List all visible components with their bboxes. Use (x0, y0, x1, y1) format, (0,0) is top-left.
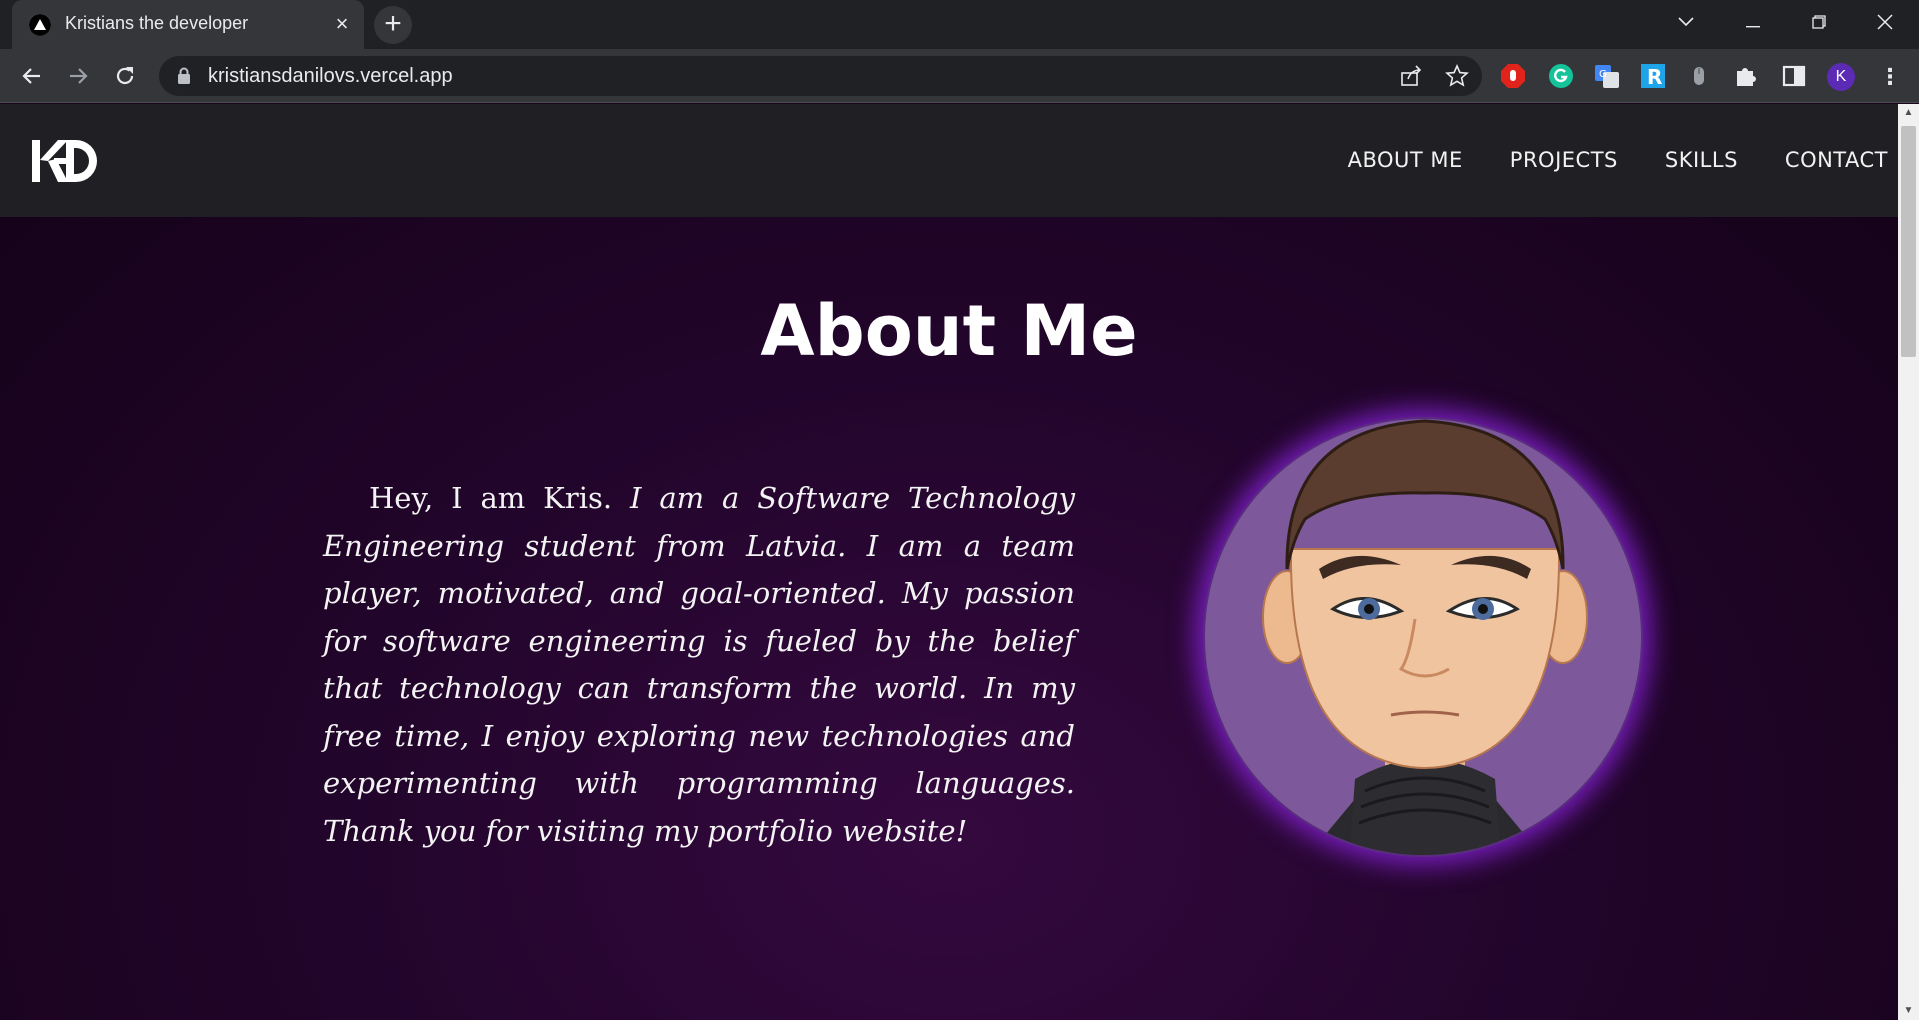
address-bar[interactable]: kristiansdanilovs.vercel.app (159, 56, 1482, 96)
page-title: About Me (760, 290, 1138, 372)
profile-avatar[interactable]: K (1827, 63, 1855, 91)
avatar-portrait (1203, 417, 1643, 857)
site-header: ABOUT ME PROJECTS SKILLS CONTACT (0, 104, 1898, 217)
extensions-puzzle-icon[interactable] (1733, 63, 1759, 89)
vercel-favicon-icon (29, 14, 51, 36)
site-nav: ABOUT ME PROJECTS SKILLS CONTACT (1348, 148, 1888, 172)
nav-contact[interactable]: CONTACT (1785, 148, 1888, 172)
browser-toolbar: kristiansdanilovs.vercel.app G R K ⋮ (0, 49, 1919, 103)
forward-arrow-icon[interactable] (62, 60, 94, 92)
svg-text:R: R (1647, 65, 1662, 89)
browser-tab[interactable]: Kristians the developer × (12, 0, 364, 49)
tab-search-icon[interactable] (1655, 0, 1717, 44)
grammarly-extension-icon[interactable] (1548, 63, 1574, 89)
new-tab-button[interactable]: + (374, 6, 412, 44)
bio-text: I am a Software Technology Engineering s… (323, 481, 1076, 848)
google-translate-extension-icon[interactable]: G (1594, 63, 1620, 89)
browser-tabstrip: Kristians the developer × + (0, 0, 1919, 49)
kd-logo[interactable] (32, 140, 100, 187)
bio-paragraph: Hey, I am Kris. I am a Software Technolo… (323, 475, 1075, 855)
url-text[interactable]: kristiansdanilovs.vercel.app (208, 65, 453, 88)
page-scrollbar[interactable]: ▲ ▼ (1898, 104, 1919, 1020)
restore-button[interactable] (1788, 0, 1850, 44)
tab-title: Kristians the developer (65, 13, 249, 33)
close-window-button[interactable] (1854, 0, 1916, 44)
tab-close-icon[interactable]: × (330, 12, 354, 36)
svg-text:G: G (1599, 69, 1607, 80)
nav-projects[interactable]: PROJECTS (1510, 148, 1618, 172)
scroll-down-icon[interactable]: ▼ (1898, 1002, 1919, 1020)
lock-icon[interactable] (177, 67, 191, 90)
page-viewport: ABOUT ME PROJECTS SKILLS CONTACT About M… (0, 104, 1898, 1020)
back-arrow-icon[interactable] (16, 60, 48, 92)
adblock-extension-icon[interactable] (1500, 63, 1526, 89)
minimize-button[interactable] (1722, 0, 1784, 44)
bio-greeting: Hey, I am Kris. (369, 481, 613, 515)
nav-about-me[interactable]: ABOUT ME (1348, 148, 1463, 172)
bookmark-star-icon[interactable] (1445, 64, 1469, 88)
side-panel-icon[interactable] (1781, 63, 1807, 89)
reload-icon[interactable] (109, 60, 141, 92)
scrollbar-thumb[interactable] (1901, 126, 1916, 357)
r-extension-icon[interactable]: R (1640, 63, 1666, 89)
scroll-up-icon[interactable]: ▲ (1898, 104, 1919, 122)
mouse-extension-icon[interactable] (1686, 63, 1712, 89)
nav-skills[interactable]: SKILLS (1665, 148, 1738, 172)
browser-menu-icon[interactable]: ⋮ (1878, 63, 1902, 91)
share-icon[interactable] (1399, 64, 1423, 88)
